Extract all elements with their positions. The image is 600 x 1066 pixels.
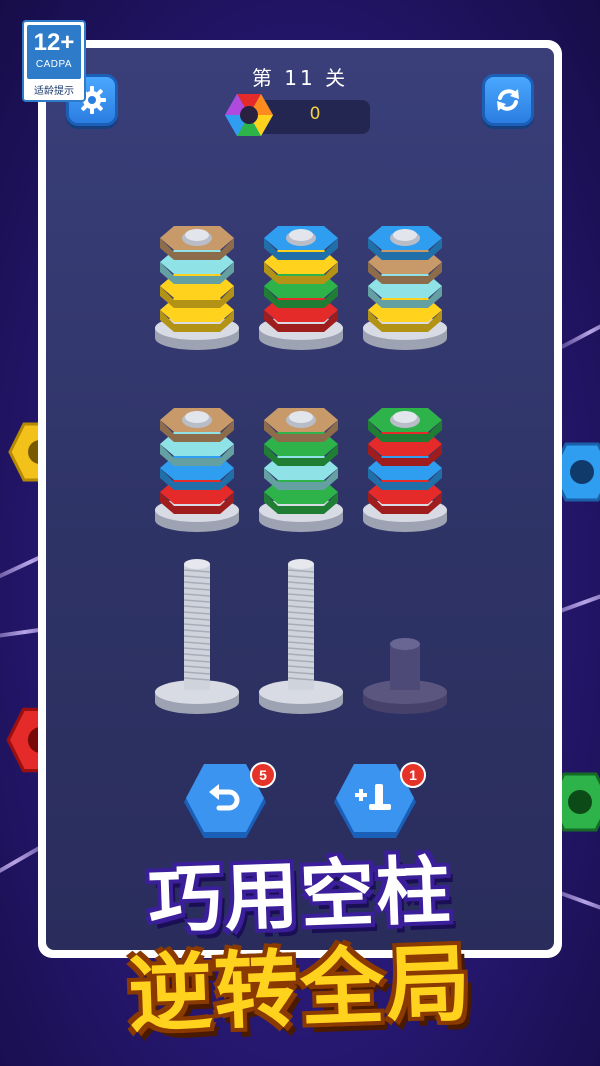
peg[interactable] [258, 372, 344, 532]
peg[interactable] [154, 190, 240, 350]
age-rating-tip: 适龄提示 [34, 86, 74, 97]
slogan-line-2: 逆转全局 [126, 934, 474, 1044]
empty-peg[interactable] [154, 554, 240, 714]
level-title: 第 11 关 [251, 66, 349, 90]
rainbow-nut-icon [225, 94, 273, 136]
peg-cap [393, 229, 417, 241]
undo-button[interactable]: 5 [180, 762, 276, 842]
peg[interactable] [362, 372, 448, 532]
peg[interactable] [362, 190, 448, 350]
add-peg-count-badge: 1 [400, 762, 426, 788]
peg-cap [185, 229, 209, 241]
peg-cap [185, 411, 209, 423]
age-rating-top: 12+ CADPA [27, 25, 81, 79]
peg-stub [390, 644, 420, 690]
undo-count-badge: 5 [250, 762, 276, 788]
peg[interactable] [154, 372, 240, 532]
age-rating-badge: 12+ CADPA 适龄提示 [22, 20, 86, 102]
refresh-icon [497, 89, 519, 111]
locked-peg[interactable] [362, 554, 448, 714]
add-peg-icon [355, 784, 391, 810]
add-peg-button[interactable]: 1 [330, 762, 426, 842]
peg-cap [289, 229, 313, 241]
age-rating-number: 12+ [33, 29, 75, 56]
undo-arrow-icon [209, 784, 240, 811]
score-value: 0 [309, 104, 321, 124]
peg-cap [393, 411, 417, 423]
peg[interactable] [258, 190, 344, 350]
empty-peg[interactable] [258, 554, 344, 714]
peg-cap [289, 411, 313, 423]
age-rating-org: CADPA [35, 59, 73, 70]
restart-button[interactable] [482, 74, 534, 126]
